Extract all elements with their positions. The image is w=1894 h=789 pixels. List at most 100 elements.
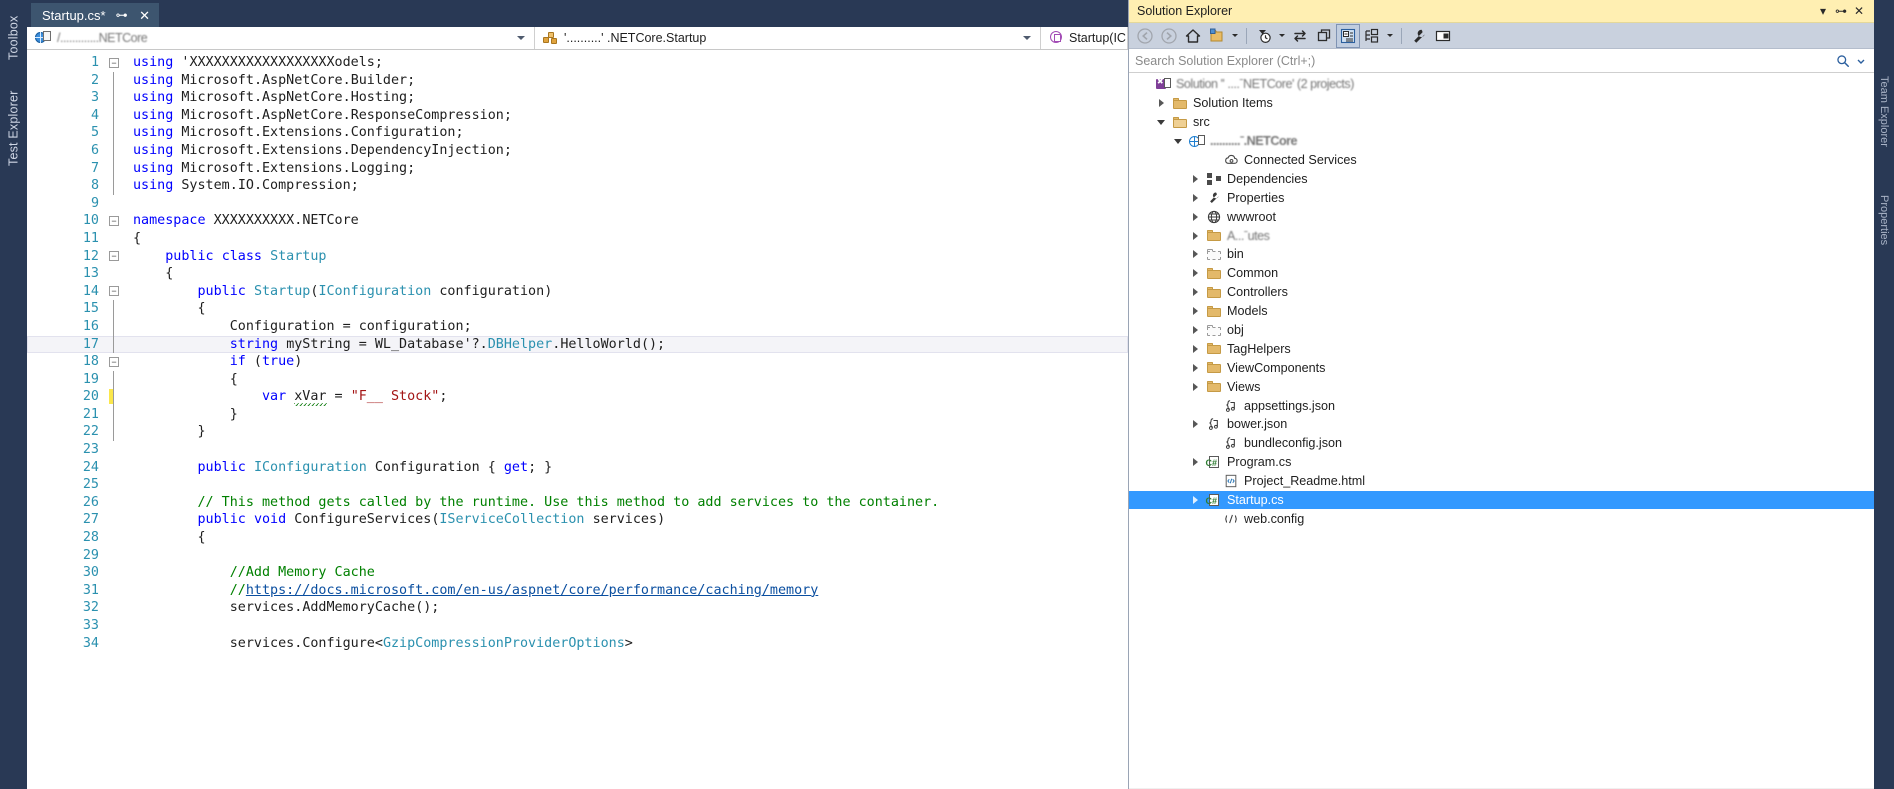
tree-item-taghelpers[interactable]: TagHelpers [1129, 339, 1874, 358]
fold-gutter[interactable] [105, 406, 127, 424]
collapse-all-button[interactable] [1337, 25, 1359, 47]
expand-arrow-closed-icon[interactable] [1186, 420, 1204, 428]
code-line-18[interactable]: 18− if (true) [27, 353, 1128, 371]
tree-item-views[interactable]: Views [1129, 377, 1874, 396]
tree-item-bin[interactable]: bin [1129, 245, 1874, 264]
code-line-6[interactable]: 6using Microsoft.Extensions.DependencyIn… [27, 142, 1128, 160]
search-dropdown-chevron-down-icon[interactable] [1852, 56, 1870, 66]
expand-arrow-closed-icon[interactable] [1186, 307, 1204, 315]
collapse-minus-icon[interactable]: − [109, 58, 119, 68]
chevron-down-icon[interactable] [517, 36, 525, 40]
expand-arrow-closed-icon[interactable] [1152, 99, 1170, 107]
navbar-member-dropdown[interactable]: Startup(IC [1041, 27, 1128, 49]
tree-item-project-readme-html[interactable]: Project_Readme.html [1129, 472, 1874, 491]
tree-item-viewcomponents[interactable]: ViewComponents [1129, 358, 1874, 377]
code-line-26[interactable]: 26 // This method gets called by the run… [27, 494, 1128, 512]
tree-item-a-utes[interactable]: A...ˉutes [1129, 226, 1874, 245]
tree-item-common[interactable]: Common [1129, 264, 1874, 283]
code-line-13[interactable]: 13 { [27, 265, 1128, 283]
fold-gutter[interactable] [105, 617, 127, 635]
expand-arrow-closed-icon[interactable] [1186, 175, 1204, 183]
fold-gutter[interactable]: − [105, 353, 127, 371]
code-editor[interactable]: 1−using 'XXXXXXXXXXXXXXXXXXodels;2using … [27, 50, 1128, 789]
search-magnifier-icon[interactable] [1834, 54, 1852, 68]
tree-item-properties[interactable]: Properties [1129, 188, 1874, 207]
code-line-25[interactable]: 25 [27, 476, 1128, 494]
fold-gutter[interactable]: − [105, 283, 127, 301]
fold-gutter[interactable] [105, 635, 127, 653]
code-line-29[interactable]: 29 [27, 547, 1128, 565]
collapse-minus-icon[interactable]: − [109, 286, 119, 296]
tree-item-appsettings-json[interactable]: appsettings.json [1129, 396, 1874, 415]
solution-explorer-search-bar[interactable] [1129, 49, 1874, 73]
expand-arrow-closed-icon[interactable] [1186, 194, 1204, 202]
tree-item-solution-netcore-2-projects[interactable]: Solution '' ....ˉNETCore' (2 projects) [1129, 75, 1874, 94]
collapse-minus-icon[interactable]: − [109, 357, 119, 367]
code-line-7[interactable]: 7using Microsoft.Extensions.Logging; [27, 160, 1128, 178]
solution-tree[interactable]: Solution '' ....ˉNETCore' (2 projects)So… [1129, 73, 1874, 788]
expand-arrow-open-icon[interactable] [1169, 139, 1187, 144]
code-line-33[interactable]: 33 [27, 617, 1128, 635]
fold-gutter[interactable] [105, 423, 127, 441]
preview-selected-items-button[interactable] [1432, 25, 1454, 47]
fold-gutter[interactable] [105, 476, 127, 494]
code-line-14[interactable]: 14− public Startup(IConfiguration config… [27, 283, 1128, 301]
fold-gutter[interactable] [105, 529, 127, 547]
pending-changes-filter-button[interactable] [1253, 25, 1275, 47]
code-line-16[interactable]: 16 Configuration = configuration; [27, 318, 1128, 336]
fold-gutter[interactable] [105, 300, 127, 318]
code-line-10[interactable]: 10−namespace XXXXXXXXXX.NETCore [27, 212, 1128, 230]
close-icon[interactable]: ✕ [1850, 2, 1868, 20]
code-line-15[interactable]: 15 { [27, 300, 1128, 318]
tree-item-wwwroot[interactable]: wwwroot [1129, 207, 1874, 226]
expand-arrow-closed-icon[interactable] [1186, 213, 1204, 221]
expand-arrow-closed-icon[interactable] [1186, 345, 1204, 353]
tree-item-startup-cs[interactable]: C#Startup.cs [1129, 491, 1874, 510]
expand-arrow-closed-icon[interactable] [1186, 364, 1204, 372]
expand-arrow-closed-icon[interactable] [1186, 269, 1204, 277]
code-line-11[interactable]: 11{ [27, 230, 1128, 248]
close-icon[interactable]: ✕ [138, 9, 152, 22]
fold-gutter[interactable] [105, 599, 127, 617]
expand-arrow-closed-icon[interactable] [1186, 383, 1204, 391]
fold-gutter[interactable]: − [105, 54, 127, 72]
code-line-4[interactable]: 4using Microsoft.AspNetCore.ResponseComp… [27, 107, 1128, 125]
new-folder-button[interactable] [1206, 25, 1228, 47]
collapse-minus-icon[interactable]: − [109, 216, 119, 226]
fold-gutter[interactable] [105, 441, 127, 459]
tree-item-web-config[interactable]: web.config [1129, 509, 1874, 528]
code-line-30[interactable]: 30 //Add Memory Cache [27, 564, 1128, 582]
code-line-24[interactable]: 24 public IConfiguration Configuration {… [27, 459, 1128, 477]
fold-gutter[interactable] [105, 459, 127, 477]
code-line-23[interactable]: 23 [27, 441, 1128, 459]
fold-gutter[interactable] [105, 265, 127, 283]
fold-gutter[interactable] [105, 89, 127, 107]
sync-with-active-document-button[interactable] [1289, 25, 1311, 47]
code-line-2[interactable]: 2using Microsoft.AspNetCore.Builder; [27, 72, 1128, 90]
tree-item-obj[interactable]: obj [1129, 321, 1874, 340]
navbar-project-dropdown[interactable]: /.............NETCore [27, 27, 535, 49]
navbar-type-dropdown[interactable]: '..........' .NETCore.Startup [535, 27, 1041, 49]
tree-item-program-cs[interactable]: C#Program.cs [1129, 453, 1874, 472]
forward-button[interactable] [1158, 25, 1180, 47]
fold-gutter[interactable] [105, 72, 127, 90]
sidebar-tab-properties[interactable]: Properties [1874, 172, 1894, 268]
pin-icon[interactable]: ⊶ [1832, 2, 1850, 20]
fold-gutter[interactable] [105, 142, 127, 160]
expand-arrow-closed-icon[interactable] [1186, 288, 1204, 296]
fold-gutter[interactable] [105, 388, 127, 406]
expand-arrow-closed-icon[interactable] [1186, 250, 1204, 258]
tree-item-src[interactable]: src [1129, 113, 1874, 132]
pending-changes-dropdown-chevron-down-icon[interactable] [1277, 25, 1287, 47]
window-dropdown-icon[interactable]: ▾ [1814, 2, 1832, 20]
fold-gutter[interactable] [105, 177, 127, 195]
home-button[interactable] [1182, 25, 1204, 47]
expand-arrow-closed-icon[interactable] [1186, 326, 1204, 334]
sidebar-tab-toolbox[interactable]: Toolbox [0, 6, 27, 70]
fold-gutter[interactable] [105, 230, 127, 248]
code-line-20[interactable]: 20 var xVar = "F__ Stock"; [27, 388, 1128, 406]
expand-arrow-open-icon[interactable] [1152, 120, 1170, 125]
fold-gutter[interactable] [105, 564, 127, 582]
sidebar-tab-test-explorer[interactable]: Test Explorer [0, 78, 27, 178]
fold-gutter[interactable] [105, 547, 127, 565]
